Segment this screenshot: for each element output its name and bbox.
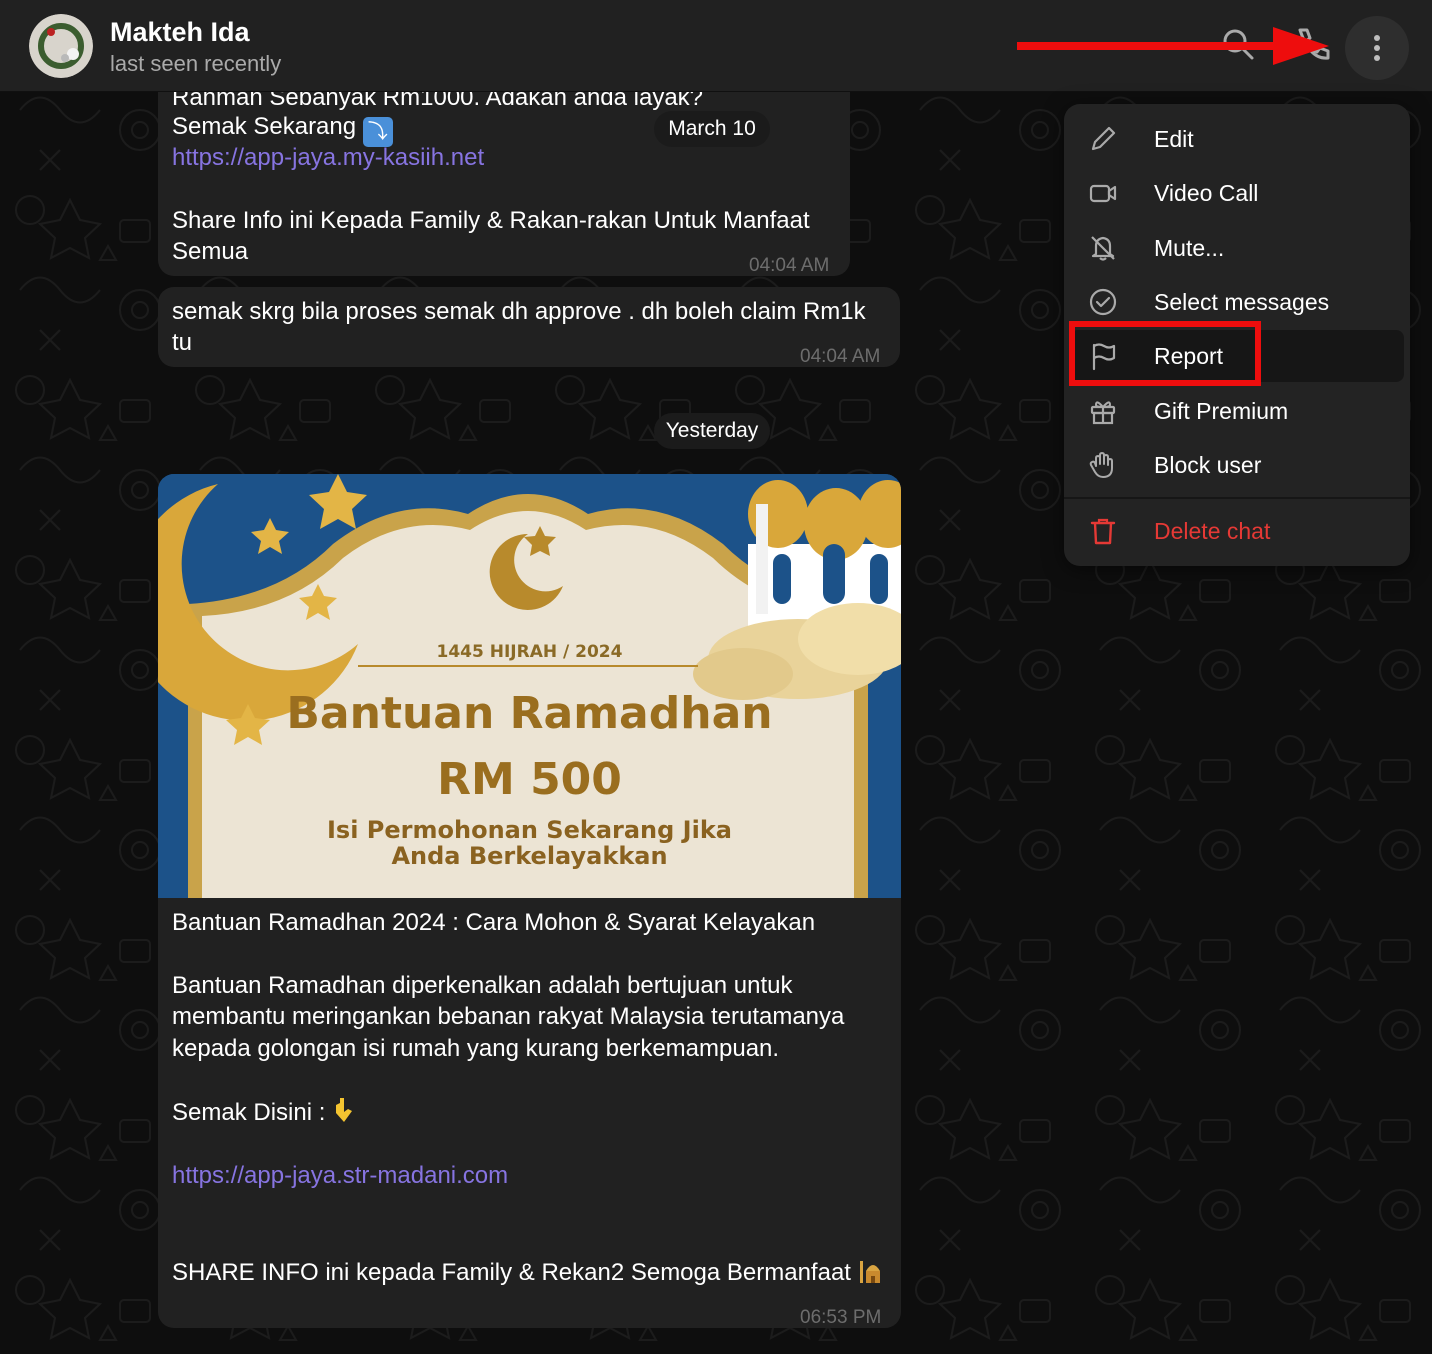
more-options-button[interactable] [1345, 16, 1409, 80]
more-icon-dot [1374, 45, 1380, 51]
message-text-line: membantu meringankan bebanan rakyat Mala… [172, 1003, 845, 1030]
message-text-line: Semak Disini : [172, 1096, 356, 1128]
menu-item-edit[interactable]: Edit [1070, 113, 1404, 165]
message-time: 04:04 AM [800, 346, 881, 367]
promo-headline: Bantuan Ramadhan [286, 688, 773, 739]
menu-item-video-call[interactable]: Video Call [1070, 167, 1404, 219]
message-text-line: semak skrg bila proses semak dh approve … [172, 298, 866, 325]
message-link[interactable]: https://app-jaya.str-madani.com [172, 1160, 508, 1191]
hand-icon [1089, 452, 1113, 478]
message-time: 04:04 AM [749, 255, 830, 276]
menu-item-label: Video Call [1154, 180, 1259, 206]
check-circle-icon [1089, 288, 1117, 316]
promo-subtitle: Anda Berkelayakkan [391, 842, 668, 870]
menu-item-label: Edit [1154, 126, 1194, 152]
pointing-down-emoji-icon [336, 1098, 353, 1122]
annotation-arrow-shaft [1017, 42, 1279, 50]
avatar[interactable] [29, 14, 93, 78]
message-text-line: tu [172, 329, 193, 356]
message-text-line: Share Info ini Kepada Family & Rakan-rak… [172, 207, 810, 234]
menu-item-label: Mute... [1154, 235, 1225, 261]
message-bubble[interactable]: semak skrg bila proses semak dh approve … [158, 287, 900, 367]
date-separator: March 10 [654, 111, 770, 147]
annotation-arrow-head [1273, 27, 1329, 65]
more-icon-dot [1374, 35, 1380, 41]
message-text-line: Bantuan Ramadhan 2024 : Cara Mohon & Sya… [172, 909, 816, 936]
chat-title[interactable]: Makteh Ida [110, 17, 250, 48]
more-icon-dot [1374, 55, 1380, 61]
message-text: SHARE INFO ini kepada Family & Rekan2 Se… [172, 1259, 851, 1286]
message-bubble[interactable]: Rahmah Sebanyak Rm1000. Adakah anda laya… [158, 60, 850, 276]
promo-subtitle: Isi Permohonan Sekarang Jika [327, 816, 732, 844]
chat-status: last seen recently [110, 51, 282, 76]
gift-icon [1090, 401, 1116, 425]
message-text: Semak Disini : [172, 1099, 326, 1126]
pencil-icon [1091, 126, 1116, 151]
menu-item-gift-premium[interactable]: Gift Premium [1070, 385, 1404, 437]
bell-off-icon [1091, 236, 1115, 261]
message-text-line: Semua [172, 238, 249, 265]
promo-image[interactable]: 1445 HIJRAH / 2024 Bantuan Ramadhan RM 5… [158, 474, 901, 898]
trash-icon [1090, 518, 1116, 545]
mosque-emoji-icon [859, 1261, 880, 1283]
menu-item-delete-chat[interactable]: Delete chat [1070, 505, 1404, 557]
video-camera-icon [1089, 184, 1117, 203]
date-separator: Yesterday [654, 413, 770, 449]
menu-item-block-user[interactable]: Block user [1070, 439, 1404, 491]
message-text-line: SHARE INFO ini kepada Family & Rekan2 Se… [172, 1255, 888, 1288]
menu-item-label: Select messages [1154, 289, 1330, 315]
telegram-app: Makteh Ida last seen recently Rahmah Seb… [0, 0, 1432, 1354]
menu-item-label: Delete chat [1154, 518, 1271, 544]
annotation-highlight-box [1069, 321, 1261, 386]
promo-year: 1445 HIJRAH / 2024 [436, 642, 623, 662]
message-text: Semak Sekarang [172, 113, 357, 140]
message-link[interactable]: https://app-jaya.my-kasiih.net [172, 142, 484, 173]
message-time: 06:53 PM [800, 1307, 882, 1328]
message-text-line: Bantuan Ramadhan diperkenalkan adalah be… [172, 972, 793, 999]
menu-divider [1064, 497, 1410, 499]
menu-item-label: Block user [1154, 452, 1262, 478]
menu-item-mute[interactable]: Mute... [1070, 222, 1404, 274]
menu-item-label: Gift Premium [1154, 398, 1289, 424]
promo-amount: RM 500 [437, 754, 622, 805]
message-text-line: kepada golongan isi rumah yang kurang be… [172, 1035, 780, 1062]
